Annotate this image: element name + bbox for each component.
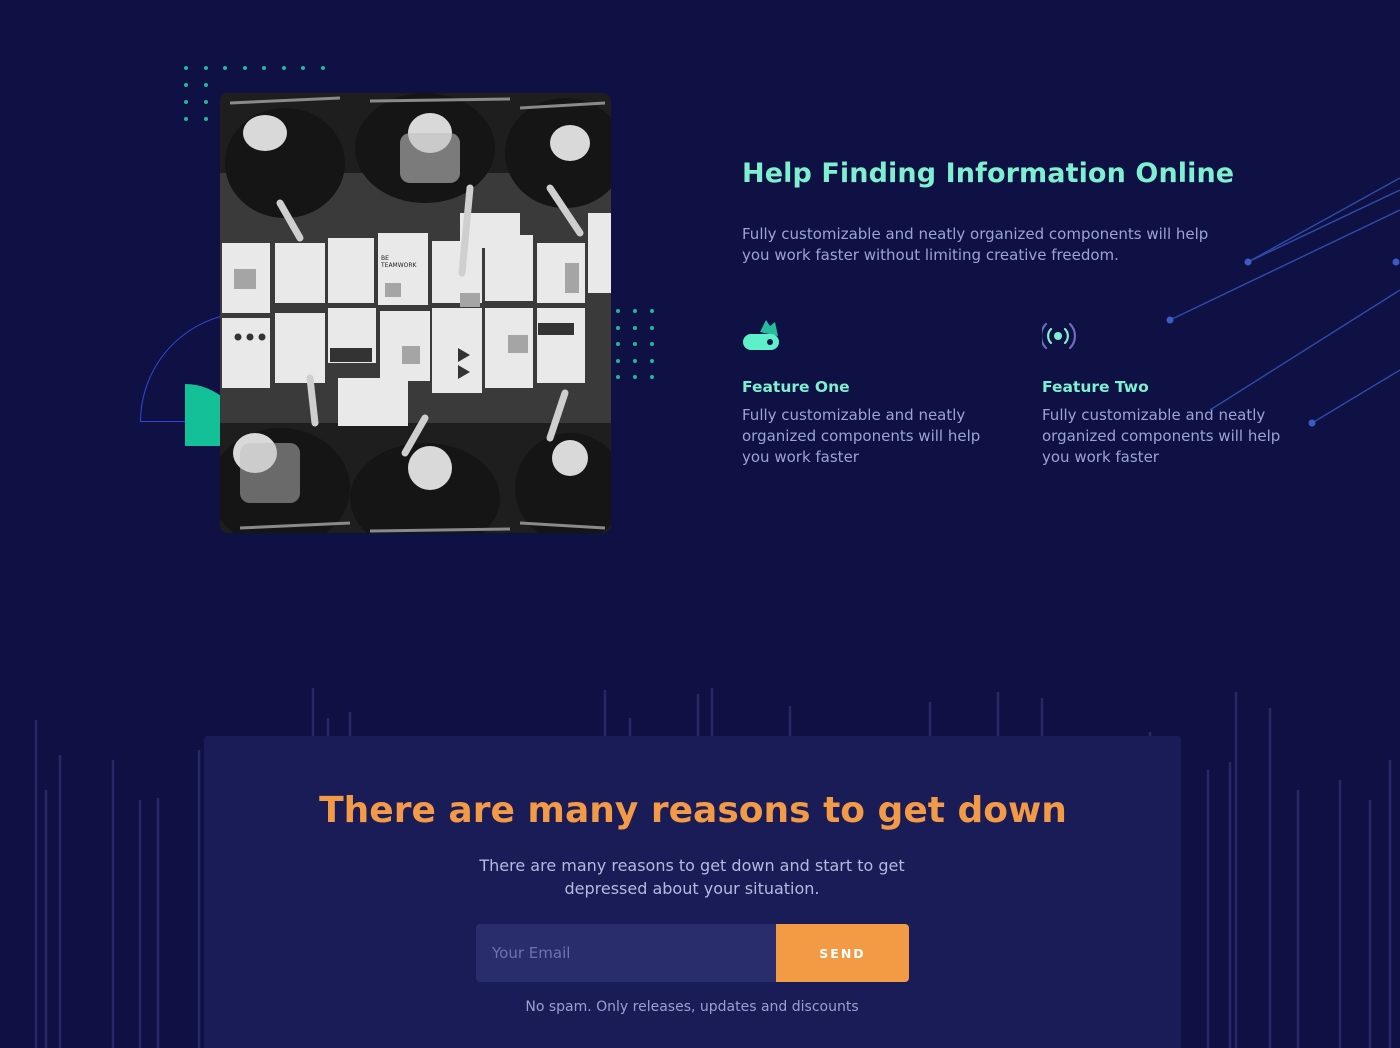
decorative-dot <box>203 117 208 121</box>
feature-one-title: Feature One <box>742 378 850 396</box>
decorative-dot <box>242 66 247 70</box>
decorative-dot <box>650 358 654 363</box>
decorative-dot <box>223 66 227 70</box>
decorative-dot <box>616 325 620 330</box>
dot-grid-photo-right <box>616 309 660 381</box>
decorative-dot <box>184 83 188 87</box>
decorative-dot <box>281 66 286 70</box>
decorative-dot <box>633 325 637 330</box>
email-input[interactable] <box>476 924 776 982</box>
sign-text-line-1: BE <box>381 255 389 262</box>
feature-one-text: Fully customizable and neatly organized … <box>742 406 981 466</box>
decorative-dot <box>616 342 620 346</box>
sign-text-line-2: TEAMWORK <box>380 262 418 269</box>
feature-one: Feature One Fully customizable and neatl… <box>742 318 992 468</box>
decorative-dot <box>616 375 620 379</box>
decorative-dot <box>184 66 188 70</box>
decorative-dot <box>301 66 305 70</box>
decorative-dot <box>650 325 654 330</box>
decorative-dot <box>650 375 654 379</box>
newsletter-text: There are many reasons to get down and s… <box>479 856 905 898</box>
decorative-dot <box>633 342 637 346</box>
decorative-dot <box>650 309 654 313</box>
decorative-dot <box>203 66 208 70</box>
decorative-dot <box>650 342 654 346</box>
decorative-dot <box>262 66 266 70</box>
broadcast-signal-icon <box>1039 318 1082 352</box>
decorative-dot <box>320 66 325 70</box>
decorative-dot <box>633 375 637 379</box>
decorative-diagonal-lines <box>1166 177 1400 427</box>
decorative-dot <box>184 100 188 104</box>
decorative-dot <box>616 309 620 313</box>
decorative-dot <box>203 100 208 104</box>
decorative-dot <box>184 117 188 121</box>
decorative-dot <box>633 309 637 313</box>
newsletter-note: No spam. Only releases, updates and disc… <box>525 999 859 1015</box>
newsletter-form: SEND <box>476 924 909 982</box>
decorative-dot <box>203 83 208 87</box>
decorative-dot <box>616 358 620 363</box>
page: BE TEAMWORK Help Finding Information Onl… <box>0 0 1400 1048</box>
decorative-dot <box>633 358 637 363</box>
meeting-photo: BE TEAMWORK <box>220 93 611 533</box>
send-button[interactable]: SEND <box>776 924 909 982</box>
toggle-switch-icon <box>742 318 782 352</box>
newsletter-title: There are many reasons to get down <box>319 790 1067 831</box>
